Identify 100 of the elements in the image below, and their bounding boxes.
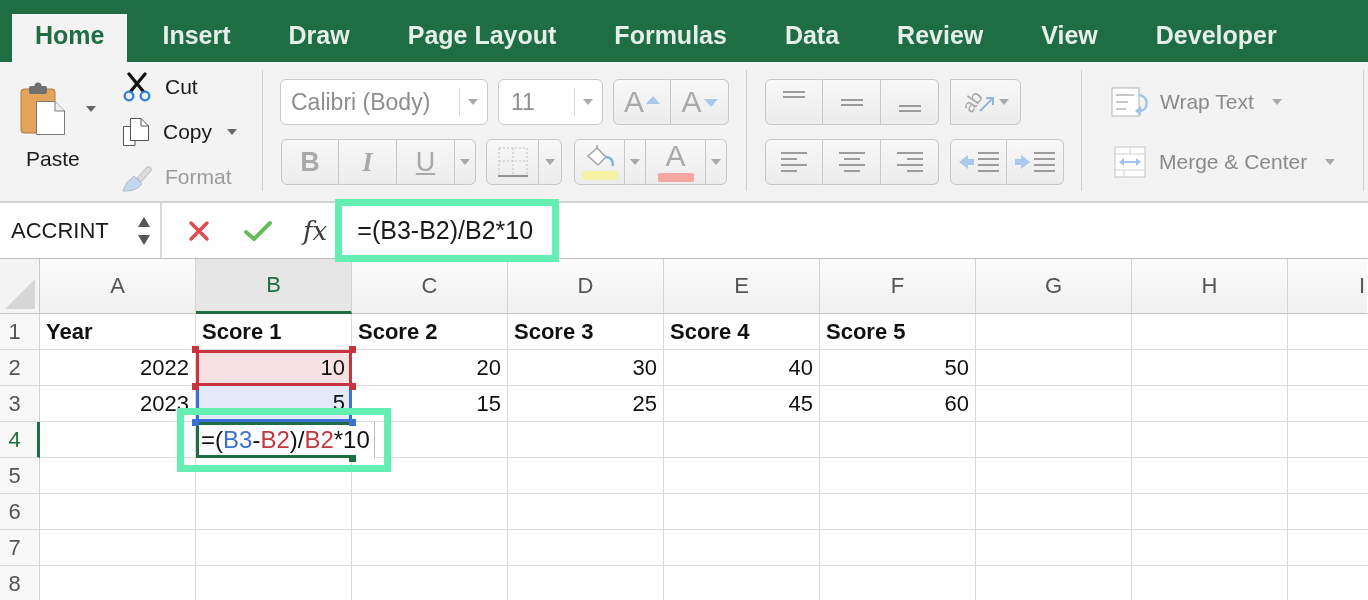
borders-menu-button[interactable] xyxy=(539,139,562,185)
table-cell: 10 xyxy=(196,350,352,386)
stepper-icon xyxy=(137,215,151,246)
fill-color-menu-button[interactable] xyxy=(625,139,646,185)
align-middle-button[interactable] xyxy=(823,79,881,125)
tab[interactable]: View xyxy=(1018,14,1121,62)
caret-icon xyxy=(1325,159,1336,165)
caret-icon xyxy=(583,99,593,105)
align-bottom-button[interactable] xyxy=(881,79,939,125)
tab[interactable]: Developer xyxy=(1132,14,1300,62)
row-header[interactable]: 1 xyxy=(0,314,40,350)
clipboard-icon xyxy=(20,82,66,136)
row-header[interactable]: 7 xyxy=(0,530,40,566)
fill-color-button[interactable] xyxy=(574,139,625,185)
enter-button[interactable] xyxy=(243,219,273,242)
align-right-icon xyxy=(896,152,923,172)
row-header[interactable]: 3 xyxy=(0,386,40,422)
fill-handle-icon[interactable] xyxy=(349,455,356,462)
border-grid-icon xyxy=(496,146,529,178)
copy-button[interactable]: Copy xyxy=(122,109,238,154)
table-cell: Score 5 xyxy=(820,314,976,350)
cell-reference: B3 xyxy=(223,426,253,454)
underline-menu-button[interactable] xyxy=(455,139,476,185)
tab[interactable]: Review xyxy=(874,14,1007,62)
caret-icon xyxy=(630,159,640,165)
merge-cells-icon xyxy=(1114,146,1146,178)
column-header[interactable]: A xyxy=(40,259,196,314)
caret-icon xyxy=(1271,99,1282,105)
column-header[interactable]: E xyxy=(664,259,820,314)
select-all-button[interactable] xyxy=(0,259,40,314)
insert-function-button[interactable]: fx xyxy=(303,215,328,246)
tab[interactable]: Draw xyxy=(265,14,373,62)
align-center-icon xyxy=(838,152,865,172)
increase-indent-button[interactable] xyxy=(1007,139,1064,185)
column-header[interactable]: B xyxy=(196,259,352,314)
scissors-icon xyxy=(122,71,152,102)
paste-button[interactable]: Paste xyxy=(20,62,100,201)
table-cell: Score 3 xyxy=(508,314,664,350)
increase-indent-icon xyxy=(1015,152,1055,172)
tab[interactable]: Page Layout xyxy=(384,14,580,62)
wrap-text-icon xyxy=(1111,86,1151,118)
table-cell: 20 xyxy=(352,350,508,386)
formula-field[interactable]: =(B3-B2)/B2*10 xyxy=(335,199,560,262)
tab[interactable]: Data xyxy=(761,14,863,62)
cut-button[interactable]: Cut xyxy=(122,64,238,109)
tab[interactable]: Insert xyxy=(139,14,254,62)
corner-handle-icon[interactable] xyxy=(349,419,356,426)
column-header[interactable]: C xyxy=(352,259,508,314)
table-cell: 45 xyxy=(664,386,820,422)
align-right-button[interactable] xyxy=(881,139,939,185)
tab[interactable]: Formulas xyxy=(591,14,750,62)
row-header[interactable]: 8 xyxy=(0,566,40,600)
table-cell: 25 xyxy=(508,386,664,422)
caret-icon xyxy=(86,106,96,112)
column-header[interactable]: I xyxy=(1288,259,1367,314)
align-left-button[interactable] xyxy=(765,139,823,185)
align-left-icon xyxy=(781,152,807,172)
tab[interactable]: Home xyxy=(12,14,128,62)
align-center-button[interactable] xyxy=(823,139,881,185)
down-triangle-icon xyxy=(703,99,718,107)
cell-reference: B2 xyxy=(304,426,334,454)
row-header[interactable]: 5 xyxy=(0,458,40,494)
table-cell: 30 xyxy=(508,350,664,386)
corner-handle-icon[interactable] xyxy=(349,383,356,390)
corner-handle-icon[interactable] xyxy=(192,346,199,353)
table-cell: 60 xyxy=(820,386,976,422)
table-cell: 15 xyxy=(352,386,508,422)
font-color-menu-button[interactable] xyxy=(706,139,727,185)
decrease-indent-button[interactable] xyxy=(950,139,1007,185)
borders-button[interactable] xyxy=(486,139,539,185)
caret-icon xyxy=(711,159,721,165)
column-header[interactable]: D xyxy=(508,259,664,314)
caret-icon xyxy=(468,99,478,105)
cancel-button[interactable] xyxy=(188,219,210,242)
table-cell: 50 xyxy=(820,350,976,386)
row-header[interactable]: 4 xyxy=(0,422,40,458)
table-cell: Score 4 xyxy=(664,314,820,350)
column-header[interactable]: F xyxy=(820,259,976,314)
table-cell: 40 xyxy=(664,350,820,386)
row-header[interactable]: 2 xyxy=(0,350,40,386)
align-middle-icon xyxy=(840,98,863,106)
cross-icon xyxy=(188,219,210,242)
caret-icon xyxy=(999,99,1010,105)
decrease-indent-icon xyxy=(958,152,999,172)
corner-handle-icon[interactable] xyxy=(192,383,199,390)
corner-handle-icon[interactable] xyxy=(192,419,199,426)
align-top-icon xyxy=(783,91,805,98)
caret-icon xyxy=(227,128,238,135)
caret-icon xyxy=(545,159,555,165)
checkmark-icon xyxy=(243,219,273,242)
corner-handle-icon[interactable] xyxy=(349,346,356,353)
column-header[interactable]: G xyxy=(976,259,1132,314)
cell-editor[interactable]: =(B3-B2)/B2*10 xyxy=(196,422,375,458)
triangle-icon xyxy=(5,279,35,309)
row-header[interactable]: 6 xyxy=(0,494,40,530)
up-triangle-icon xyxy=(646,96,660,104)
cell-reference: B2 xyxy=(260,426,290,454)
caret-icon xyxy=(460,159,470,165)
column-header[interactable]: H xyxy=(1132,259,1288,314)
copy-icon xyxy=(122,116,150,147)
